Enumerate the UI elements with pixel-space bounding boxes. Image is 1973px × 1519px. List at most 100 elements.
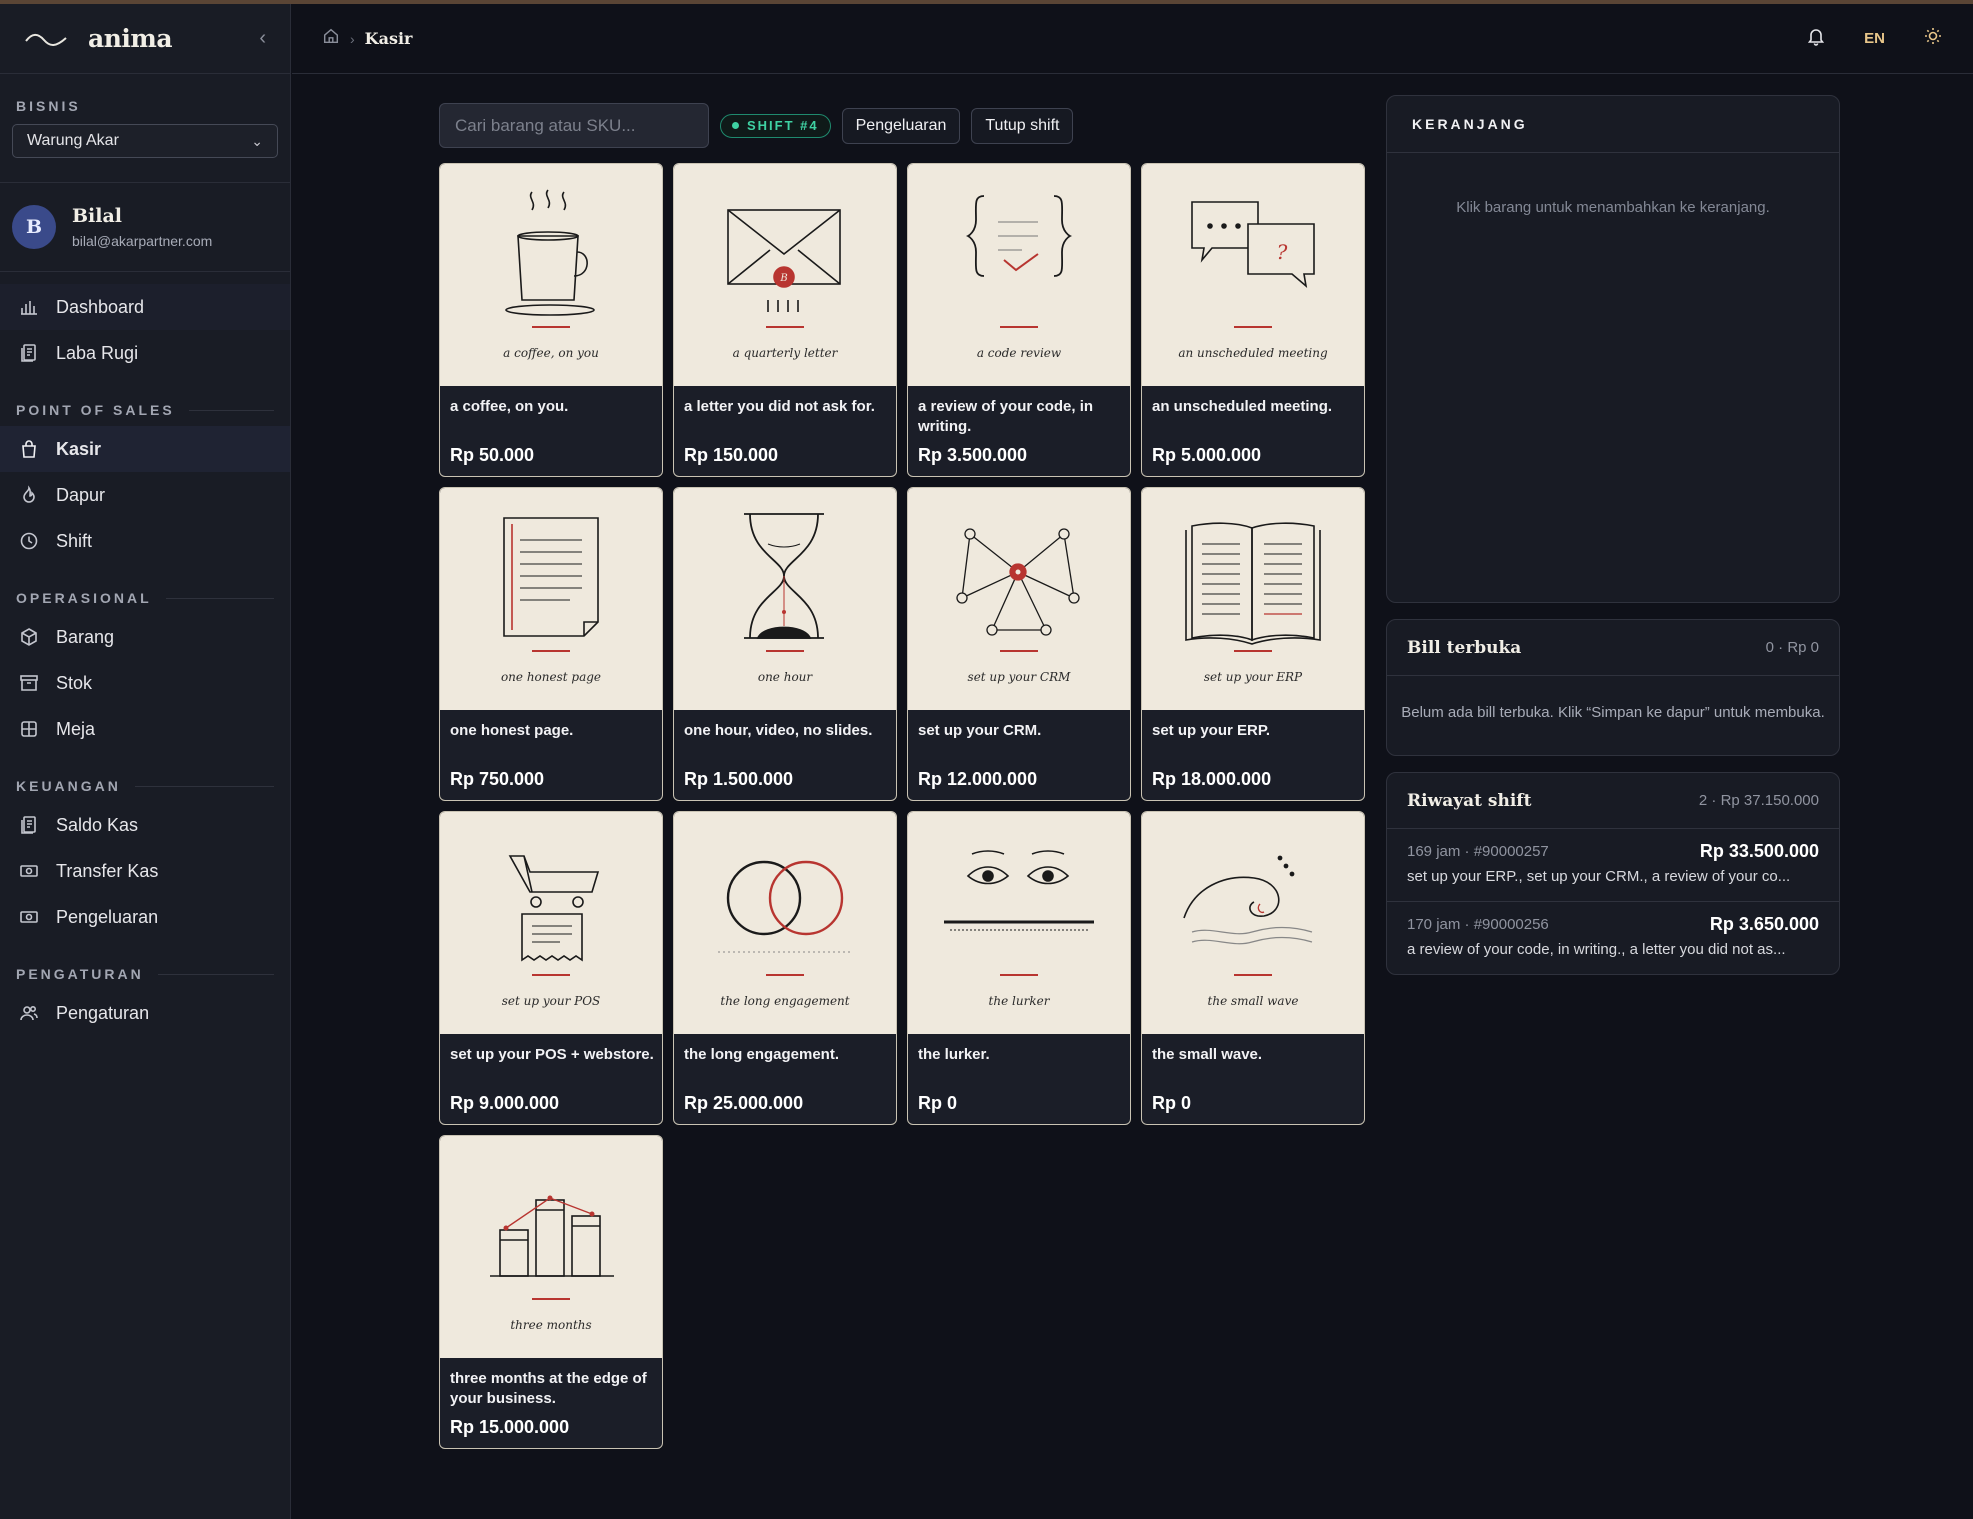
sidebar-item-label: Dapur xyxy=(56,484,106,505)
product-title: three months at the edge of your busines… xyxy=(450,1370,647,1407)
product-title: set up your CRM. xyxy=(918,722,1042,739)
sidebar-item-label: Transfer Kas xyxy=(56,860,159,881)
business-label: BISNIS xyxy=(16,98,81,114)
product-title: a letter you did not ask for. xyxy=(684,398,875,415)
accent-divider xyxy=(766,974,804,976)
svg-text:?: ? xyxy=(1277,240,1288,264)
product-card[interactable]: a coffee, on you a coffee, on you. Rp 50… xyxy=(439,163,663,477)
product-card[interactable]: three months three months at the edge of… xyxy=(439,1135,663,1449)
accent-divider xyxy=(1000,974,1038,976)
accent-divider xyxy=(532,326,570,328)
accent-divider xyxy=(1234,974,1272,976)
product-caption: the long engagement xyxy=(720,994,850,1008)
accent-divider xyxy=(766,326,804,328)
product-caption: set up your ERP xyxy=(1203,670,1303,684)
receipt-icon xyxy=(18,814,40,836)
sidebar-item-barang[interactable]: Barang xyxy=(0,614,290,660)
product-title: set up your ERP. xyxy=(1152,722,1271,739)
bell-icon[interactable] xyxy=(1806,26,1826,51)
accent-divider xyxy=(532,650,570,652)
product-title: the long engagement. xyxy=(684,1046,840,1063)
product-price: Rp 3.500.000 xyxy=(918,445,1028,465)
shift-amount: Rp 33.500.000 xyxy=(1699,841,1819,861)
shift-amount: Rp 3.650.000 xyxy=(1709,914,1819,934)
accent-divider xyxy=(766,650,804,652)
sidebar-item-pengaturan[interactable]: Pengaturan xyxy=(0,990,290,1036)
pos-toolbar: Cari barang atau SKU... SHIFT #4 Pengelu… xyxy=(439,103,1074,148)
grid-icon xyxy=(18,718,40,740)
product-card[interactable]: the small wave the small wave. Rp 0 xyxy=(1141,811,1365,1125)
search-placeholder: Cari barang atau SKU... xyxy=(455,115,636,135)
sidebar-item-label: Stok xyxy=(56,672,93,693)
sun-icon[interactable] xyxy=(1923,26,1943,51)
product-card[interactable]: set up your CRM set up your CRM. Rp 12.0… xyxy=(907,487,1131,801)
section-label-pengaturan: PENGATURAN xyxy=(0,966,290,982)
home-icon[interactable] xyxy=(322,27,340,50)
product-price: Rp 750.000 xyxy=(450,769,545,789)
shift-items: a review of your code, in writing., a le… xyxy=(1407,941,1786,958)
banknote-icon xyxy=(18,860,40,882)
product-card[interactable]: a code review a review of your code, in … xyxy=(907,163,1131,477)
shift-history-meta: 2 · Rp 37.150.000 xyxy=(1698,792,1819,809)
product-card[interactable]: one hour one hour, video, no slides. Rp … xyxy=(673,487,897,801)
open-bills-panel: Bill terbuka 0 · Rp 0 Belum ada bill ter… xyxy=(1386,619,1840,756)
product-price: Rp 9.000.000 xyxy=(450,1093,560,1113)
shift-history-row[interactable]: 170 jam · #90000256 Rp 3.650.000 a revie… xyxy=(1387,902,1839,975)
open-bills-title: Bill terbuka xyxy=(1407,637,1522,658)
collapse-sidebar-icon[interactable]: ‹ xyxy=(259,27,266,50)
product-title: the lurker. xyxy=(918,1046,990,1063)
product-card[interactable]: set up your POS set up your POS + websto… xyxy=(439,811,663,1125)
sidebar-item-shift[interactable]: Shift xyxy=(0,518,290,564)
sidebar-item-label: Meja xyxy=(56,718,96,739)
language-toggle[interactable]: EN xyxy=(1864,30,1885,47)
brand: anima ‹ xyxy=(0,4,290,74)
product-price: Rp 5.000.000 xyxy=(1152,445,1262,465)
accent-divider xyxy=(1000,650,1038,652)
section-label-point-of-sales: POINT OF SALES xyxy=(0,402,290,418)
sidebar-item-kasir[interactable]: Kasir xyxy=(0,426,290,472)
product-card[interactable]: the lurker the lurker. Rp 0 xyxy=(907,811,1131,1125)
accent-divider xyxy=(1234,326,1272,328)
bar-chart-icon xyxy=(18,296,40,318)
sidebar-item-stok[interactable]: Stok xyxy=(0,660,290,706)
shift-history-row[interactable]: 169 jam · #90000257 Rp 33.500.000 set up… xyxy=(1387,829,1839,902)
sidebar-item-label: Dashboard xyxy=(56,296,145,317)
sidebar-item-laba-rugi[interactable]: Laba Rugi xyxy=(0,330,290,376)
avatar: B xyxy=(12,205,56,249)
business-select-value: Warung Akar xyxy=(27,132,119,149)
product-title: set up your POS + webstore. xyxy=(450,1046,654,1063)
product-caption: set up your CRM xyxy=(967,670,1071,684)
sidebar-item-transfer-kas[interactable]: Transfer Kas xyxy=(0,848,290,894)
product-card[interactable]: one honest page one honest page. Rp 750.… xyxy=(439,487,663,801)
sidebar-item-dashboard[interactable]: Dashboard xyxy=(0,284,290,330)
product-card[interactable]: B a quarterly letter a letter you did no… xyxy=(673,163,897,477)
user-name: Bilal xyxy=(72,205,123,227)
product-title: an unscheduled meeting. xyxy=(1152,398,1333,415)
section-label-operasional: OPERASIONAL xyxy=(0,590,290,606)
product-caption: one hour xyxy=(757,670,813,684)
product-caption: an unscheduled meeting xyxy=(1178,346,1328,360)
product-price: Rp 18.000.000 xyxy=(1152,769,1272,789)
sidebar-item-label: Shift xyxy=(56,530,93,551)
sidebar-item-dapur[interactable]: Dapur xyxy=(0,472,290,518)
close-shift-button[interactable]: Tutup shift xyxy=(971,107,1074,144)
product-card[interactable]: the long engagement the long engagement.… xyxy=(673,811,897,1125)
chevron-right-icon: › xyxy=(350,30,355,47)
product-card[interactable]: set up your ERP set up your ERP. Rp 18.0… xyxy=(1141,487,1365,801)
user-profile[interactable]: B Bilal bilal@akarpartner.com xyxy=(0,182,290,272)
expense-button[interactable]: Pengeluaran xyxy=(841,107,961,144)
search-input[interactable]: Cari barang atau SKU... xyxy=(439,103,709,148)
business-select[interactable]: Warung Akar ⌄ xyxy=(12,124,278,158)
product-card[interactable]: ? an unscheduled meeting an unscheduled … xyxy=(1141,163,1365,477)
product-title: a coffee, on you. xyxy=(450,398,569,415)
product-price: Rp 50.000 xyxy=(450,445,535,465)
product-caption: one honest page xyxy=(500,670,602,684)
open-bills-empty-text: Belum ada bill terbuka. Klik “Simpan ke … xyxy=(1401,704,1825,721)
archive-icon xyxy=(18,672,40,694)
sidebar-item-pengeluaran[interactable]: Pengeluaran xyxy=(0,894,290,940)
box-icon xyxy=(18,626,40,648)
sidebar-item-saldo-kas[interactable]: Saldo Kas xyxy=(0,802,290,848)
sidebar-item-meja[interactable]: Meja xyxy=(0,706,290,752)
anima-logo-icon xyxy=(25,33,67,46)
fire-icon xyxy=(18,484,40,506)
